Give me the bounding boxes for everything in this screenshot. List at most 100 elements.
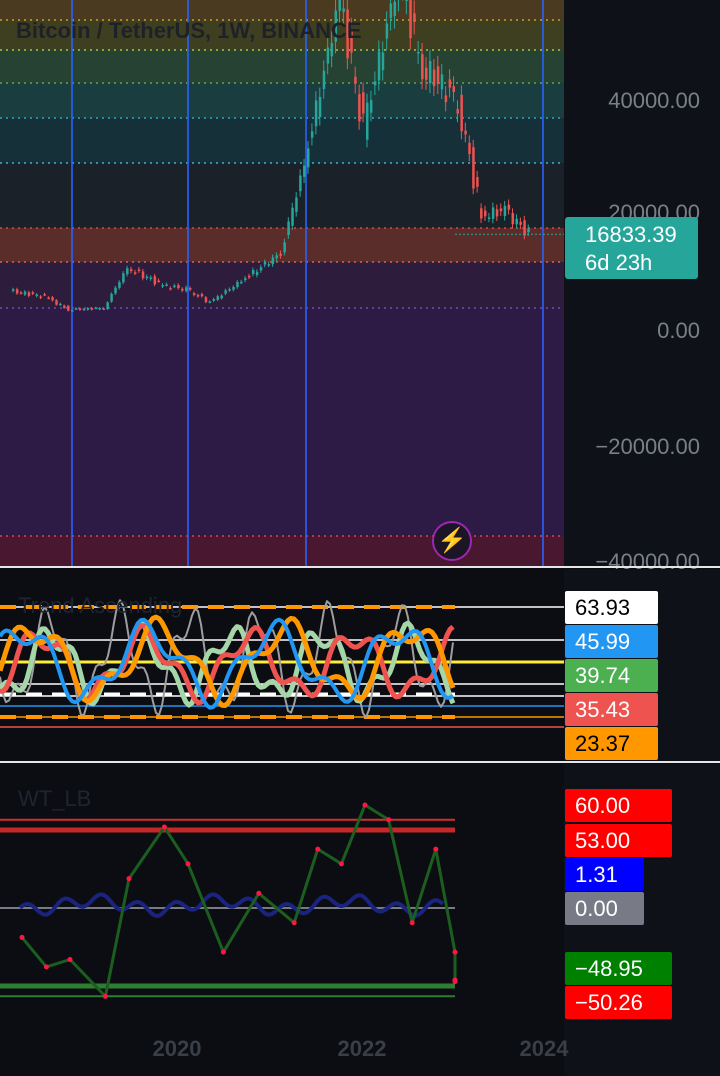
candle [275, 255, 279, 259]
wt2-dot [256, 890, 262, 896]
candle [240, 281, 243, 284]
candle [468, 142, 471, 155]
candle [507, 204, 511, 210]
candle [460, 94, 463, 132]
candle [71, 310, 74, 312]
candle [130, 269, 133, 272]
candle [185, 287, 188, 291]
candle [19, 292, 23, 295]
level-tag: 60.00 [565, 789, 672, 822]
candle [523, 220, 526, 236]
candle [295, 197, 298, 212]
candle [417, 52, 420, 54]
candle [12, 289, 15, 291]
candle [35, 294, 39, 297]
candle [63, 305, 66, 308]
candle [373, 81, 377, 86]
candle [330, 42, 334, 57]
candle [377, 51, 381, 81]
candle [354, 76, 357, 84]
candle [444, 95, 448, 103]
y-tick-label: 40000.00 [608, 88, 700, 113]
candle [59, 303, 62, 306]
wt2-dot [67, 957, 73, 963]
candle [255, 271, 259, 276]
candle [173, 285, 176, 288]
candle [527, 228, 530, 233]
pane-separator[interactable] [0, 566, 720, 568]
level-tag: −48.95 [565, 952, 672, 985]
indicator-title: Trend Ascending [18, 593, 183, 618]
price-pane[interactable]: Bitcoin / TetherUS, 1W, BINANCE 40000.00… [0, 0, 720, 574]
zone-band [0, 228, 564, 262]
candle [251, 269, 255, 275]
candle [39, 296, 43, 298]
candle [432, 69, 436, 87]
candle [287, 221, 290, 235]
candle [409, 0, 412, 39]
candle [78, 308, 82, 310]
candle [393, 1, 397, 16]
candle [133, 272, 137, 274]
y-tick-label: 0.00 [657, 318, 700, 343]
zone-band [0, 262, 564, 308]
level-tag: 1.31 [565, 858, 644, 891]
candle [224, 290, 227, 294]
candle [98, 308, 102, 310]
price-chart[interactable] [0, 0, 564, 566]
candle [236, 282, 239, 288]
candle [55, 300, 58, 305]
candle [67, 305, 70, 311]
candle [165, 284, 168, 286]
candle [15, 289, 19, 294]
pane-separator[interactable] [0, 761, 720, 763]
candle [314, 100, 318, 127]
candle [43, 294, 46, 296]
zone-band [0, 308, 564, 536]
candle [169, 288, 172, 290]
candle [283, 242, 286, 253]
candle [342, 8, 345, 12]
candle [358, 94, 361, 122]
candle [366, 102, 369, 140]
x-tick-label: 2020 [152, 1036, 202, 1061]
price-axis[interactable]: 40000.00 20000.00 0.00 −20000.00 −40000.… [564, 0, 720, 574]
wt2-dot [291, 920, 297, 926]
candle [216, 296, 220, 300]
candle [307, 148, 310, 168]
zone-band [0, 0, 564, 20]
candle [484, 210, 487, 217]
candle [177, 285, 180, 289]
indicator-title: WT_LB [18, 786, 92, 811]
candle [82, 308, 86, 311]
lightning-bolt-icon[interactable]: ⚡ [432, 521, 472, 561]
candle [137, 269, 141, 271]
wt2-dot [220, 949, 226, 955]
wt2-dot [452, 977, 458, 983]
level-tag: 53.00 [565, 824, 672, 857]
candle [279, 253, 282, 256]
candle [153, 276, 157, 285]
candle [90, 307, 94, 310]
candle [318, 96, 322, 118]
candle [495, 209, 499, 217]
candle [161, 284, 164, 287]
x-tick-label: 2022 [337, 1036, 387, 1061]
last-price-value: 16833.39 [585, 222, 677, 247]
candle [519, 221, 522, 225]
candle [440, 74, 444, 90]
candle [74, 308, 78, 310]
candle [499, 208, 503, 212]
candle [47, 297, 50, 300]
wt2-dot [161, 824, 167, 830]
candle [106, 302, 109, 310]
trend-ascending-pane[interactable]: Trend Ascending 63.93 45.99 39.74 35.43 … [0, 569, 720, 761]
candle [232, 287, 235, 290]
candle [291, 207, 294, 226]
candle [452, 86, 456, 93]
wt-lb-pane[interactable]: WT_LB 60.00 53.00 1.31 0.00 −48.95 −50.2… [0, 764, 720, 1076]
chart-title: Bitcoin / TetherUS, 1W, BINANCE [16, 18, 362, 43]
wt2-dot [338, 861, 344, 867]
x-tick-label: 2024 [519, 1036, 569, 1061]
wt2-dot [185, 861, 191, 867]
